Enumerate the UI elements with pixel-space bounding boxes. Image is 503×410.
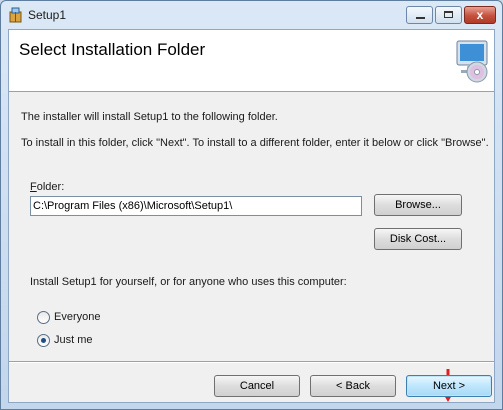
setup-package-icon: [9, 7, 22, 23]
radio-everyone-label[interactable]: Everyone: [54, 311, 100, 323]
cancel-button[interactable]: Cancel: [214, 375, 300, 397]
maximize-icon: [444, 11, 453, 18]
header-banner: Select Installation Folder: [9, 30, 494, 92]
minimize-button[interactable]: [406, 6, 433, 24]
footer-separator: [9, 361, 494, 363]
window-title: Setup1: [28, 8, 67, 22]
folder-label-accelerator: F: [30, 181, 37, 193]
computer-cd-icon: [456, 40, 488, 83]
folder-label-rest: older:: [36, 181, 65, 193]
close-icon: x: [476, 8, 484, 22]
dialog-client-area: Select Installation Folder The installer…: [8, 29, 495, 403]
radio-selected-dot: [41, 338, 46, 343]
folder-label: Folder:: [30, 181, 64, 193]
title-bar[interactable]: Setup1 x: [1, 1, 502, 29]
folder-path-input[interactable]: [30, 196, 362, 216]
radio-just-me-label[interactable]: Just me: [54, 334, 93, 346]
radio-everyone-circle[interactable]: [37, 311, 50, 324]
intro-text: The installer will install Setup1 to the…: [21, 111, 278, 123]
disk-cost-button[interactable]: Disk Cost...: [374, 228, 462, 250]
install-scope-question: Install Setup1 for yourself, or for anyo…: [30, 276, 347, 288]
instructions-text: To install in this folder, click "Next".…: [21, 137, 489, 149]
radio-just-me-circle[interactable]: [37, 334, 50, 347]
setup-window: Setup1 x Select Installation Folder The …: [0, 0, 503, 410]
next-button[interactable]: Next >: [406, 375, 492, 397]
page-title: Select Installation Folder: [19, 40, 206, 59]
close-button[interactable]: x: [464, 6, 496, 24]
maximize-button[interactable]: [435, 6, 462, 24]
minimize-icon: [416, 17, 425, 19]
back-button[interactable]: < Back: [310, 375, 396, 397]
browse-button[interactable]: Browse...: [374, 194, 462, 216]
